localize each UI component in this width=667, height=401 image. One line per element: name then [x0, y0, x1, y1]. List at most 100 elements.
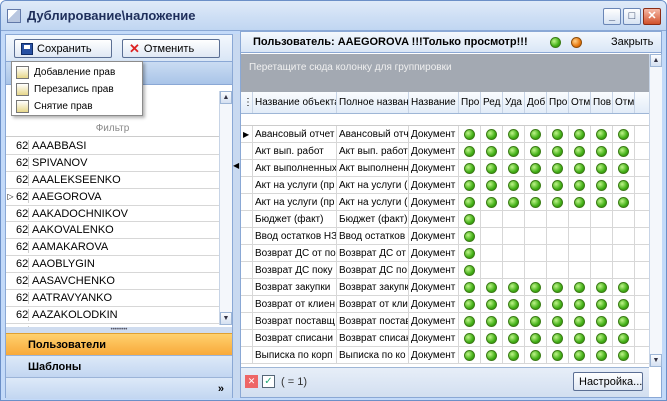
- permission-cell[interactable]: [613, 295, 635, 313]
- minimize-button[interactable]: _: [603, 8, 621, 25]
- permission-cell[interactable]: [613, 244, 635, 262]
- permission-cell[interactable]: [525, 261, 547, 279]
- table-row[interactable]: Возврат от клиен Возврат от кли Документ: [241, 295, 649, 313]
- table-row[interactable]: Возврат закупки Возврат закупк Документ: [241, 278, 649, 296]
- permission-cell[interactable]: [547, 125, 569, 143]
- permission-cell[interactable]: [547, 346, 569, 364]
- permission-cell[interactable]: [547, 142, 569, 160]
- permission-cell[interactable]: [613, 125, 635, 143]
- permission-cell[interactable]: [503, 329, 525, 347]
- filter-enabled-checkbox[interactable]: ✓: [262, 375, 275, 388]
- permission-cell[interactable]: [613, 346, 635, 364]
- permission-cell[interactable]: [459, 176, 481, 194]
- permission-cell[interactable]: [613, 278, 635, 296]
- permission-cell[interactable]: [459, 227, 481, 245]
- permission-cell[interactable]: [503, 142, 525, 160]
- column-header[interactable]: Про: [547, 92, 569, 113]
- permission-cell[interactable]: [613, 176, 635, 194]
- permission-cell[interactable]: [569, 278, 591, 296]
- permission-cell[interactable]: [569, 261, 591, 279]
- permission-cell[interactable]: [481, 295, 503, 313]
- scroll-up-icon[interactable]: ▲: [220, 91, 232, 104]
- column-header[interactable]: Доб: [525, 92, 547, 113]
- permission-cell[interactable]: [569, 176, 591, 194]
- permission-cell[interactable]: [481, 142, 503, 160]
- table-row[interactable]: Ввод остатков НЗ Ввод остатков Н Документ: [241, 227, 649, 245]
- permission-cell[interactable]: [591, 159, 613, 177]
- permission-cell[interactable]: [503, 295, 525, 313]
- nav-templates[interactable]: Шаблоны: [6, 355, 232, 377]
- collapse-icon[interactable]: ◀: [233, 161, 239, 170]
- table-row[interactable]: Акт на услуги (пр Акт на услуги (Документ: [241, 176, 649, 194]
- column-header[interactable]: Полное название: [337, 92, 409, 113]
- table-row[interactable]: Выписка по корп Выписка по ко Документ: [241, 346, 649, 364]
- green-status-icon[interactable]: [550, 37, 561, 48]
- scroll-down-icon[interactable]: ▼: [220, 312, 232, 325]
- orange-status-icon[interactable]: [571, 37, 582, 48]
- list-item[interactable]: 620AAMAKAROVA: [6, 239, 219, 257]
- permission-cell[interactable]: [613, 142, 635, 160]
- permission-cell[interactable]: [481, 227, 503, 245]
- permission-cell[interactable]: [525, 227, 547, 245]
- column-header[interactable]: Ред: [481, 92, 503, 113]
- save-button[interactable]: Сохранить: [14, 39, 112, 58]
- permission-cell[interactable]: [503, 125, 525, 143]
- permission-cell[interactable]: [503, 261, 525, 279]
- permission-cell[interactable]: [613, 159, 635, 177]
- column-header[interactable]: Название: [409, 92, 459, 113]
- permission-cell[interactable]: [547, 244, 569, 262]
- permission-cell[interactable]: [481, 312, 503, 330]
- permission-cell[interactable]: [613, 210, 635, 228]
- close-panel-button[interactable]: Закрыть: [611, 36, 653, 48]
- table-row[interactable]: Акт выполненныхАкт выполненныхДокумент: [241, 159, 649, 177]
- settings-button[interactable]: Настройка...: [573, 372, 643, 391]
- list-item[interactable]: 620AAALEKSEENKO: [6, 172, 219, 189]
- permission-cell[interactable]: [503, 346, 525, 364]
- table-row[interactable]: Возврат списани Возврат списан Документ: [241, 329, 649, 347]
- permission-cell[interactable]: [525, 125, 547, 143]
- permission-cell[interactable]: [547, 210, 569, 228]
- permission-cell[interactable]: [591, 261, 613, 279]
- permission-cell[interactable]: [503, 193, 525, 211]
- permission-cell[interactable]: [569, 125, 591, 143]
- maximize-button[interactable]: □: [623, 8, 641, 25]
- table-row[interactable]: Бюджет (факт) Бюджет (факт) Документ: [241, 210, 649, 228]
- list-item[interactable]: 620AAABBASI: [6, 138, 219, 155]
- permission-cell[interactable]: [591, 312, 613, 330]
- permission-cell[interactable]: [547, 312, 569, 330]
- permission-cell[interactable]: [547, 295, 569, 313]
- permission-cell[interactable]: [591, 244, 613, 262]
- rights-filter-row[interactable]: [241, 114, 649, 126]
- permission-cell[interactable]: [547, 278, 569, 296]
- permission-cell[interactable]: [459, 244, 481, 262]
- permission-cell[interactable]: [503, 210, 525, 228]
- group-by-area[interactable]: Перетащите сюда колонку для группировки: [241, 54, 649, 92]
- permission-cell[interactable]: [613, 227, 635, 245]
- list-item[interactable]: 620AAZAKOLODKIN: [6, 307, 219, 324]
- permission-cell[interactable]: [525, 193, 547, 211]
- permission-cell[interactable]: [591, 193, 613, 211]
- permission-cell[interactable]: [525, 142, 547, 160]
- permission-cell[interactable]: [481, 193, 503, 211]
- permission-cell[interactable]: [459, 295, 481, 313]
- menu-remove-rights[interactable]: Снятие прав: [12, 98, 142, 115]
- permission-cell[interactable]: [547, 227, 569, 245]
- permission-cell[interactable]: [481, 125, 503, 143]
- list-item[interactable]: 620SPIVANOV: [6, 155, 219, 172]
- menu-add-rights[interactable]: Добавление прав: [12, 64, 142, 81]
- permission-cell[interactable]: [525, 329, 547, 347]
- permission-cell[interactable]: [503, 159, 525, 177]
- rights-scroll-up-icon[interactable]: ▲: [650, 54, 662, 67]
- permission-cell[interactable]: [459, 125, 481, 143]
- permission-cell[interactable]: [569, 312, 591, 330]
- permission-cell[interactable]: [459, 346, 481, 364]
- permission-cell[interactable]: [459, 312, 481, 330]
- permission-cell[interactable]: [525, 346, 547, 364]
- table-row[interactable]: Возврат ДС поку Возврат ДС по Документ: [241, 261, 649, 279]
- list-item[interactable]: 620AATRAVYANKO: [6, 290, 219, 307]
- menu-overwrite-rights[interactable]: Перезапись прав: [12, 81, 142, 98]
- permission-cell[interactable]: [459, 210, 481, 228]
- permission-cell[interactable]: [525, 210, 547, 228]
- permission-cell[interactable]: [569, 159, 591, 177]
- permission-cell[interactable]: [569, 142, 591, 160]
